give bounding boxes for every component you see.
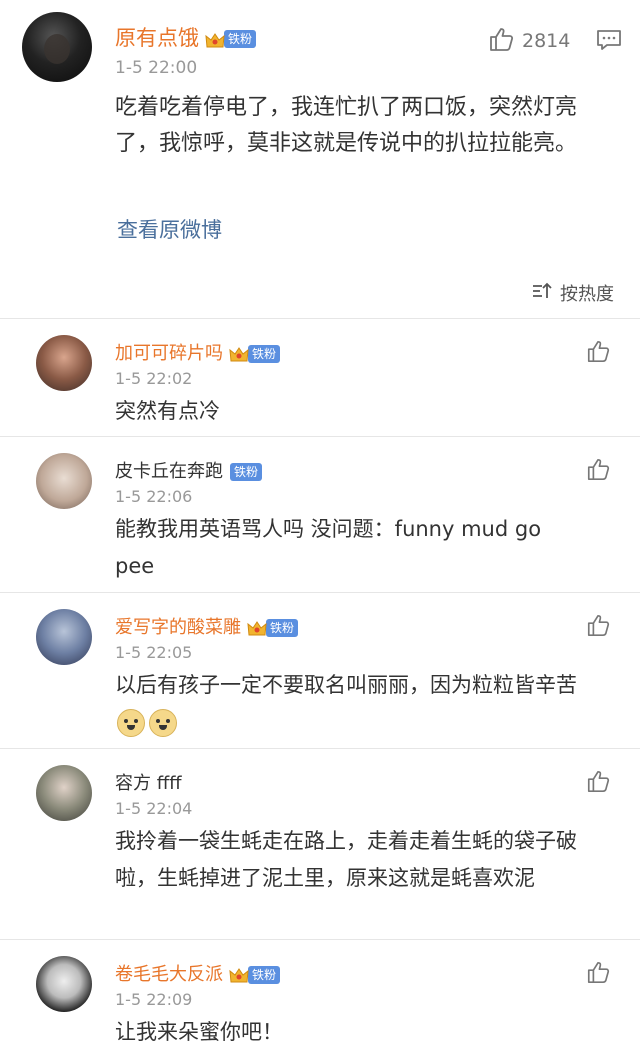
sort-label: 按热度	[560, 284, 614, 305]
comment-author[interactable]: 卷毛毛大反派 铁粉	[115, 960, 281, 986]
main-post: 原有点饿 铁粉 1-5 22:00 吃着吃着停电了，我连忙扒了两口饭，突然灯亮了，…	[0, 0, 640, 264]
list-item: 容方 ffff 1-5 22:04 我拎着一袋生蚝走在路上，走着走着生蚝的袋子破…	[0, 748, 640, 939]
sort-by-hot-button[interactable]: 按热度	[532, 280, 614, 306]
comment-text: 能教我用英语骂人吗 没问题：funny mud go pee	[115, 517, 542, 578]
comment-author[interactable]: 加可可碎片吗 铁粉	[115, 339, 281, 365]
post-author[interactable]: 原有点饿 铁粉	[115, 22, 257, 52]
comment-time: 1-5 22:05	[115, 643, 193, 662]
list-item: 卷毛毛大反派 铁粉 1-5 22:09 让我来朵蜜你吧！	[0, 939, 640, 1062]
doge-emoji-icon	[117, 709, 145, 737]
fan-badge: 铁粉	[205, 30, 257, 48]
post-time: 1-5 22:00	[115, 58, 198, 78]
thumbs-up-icon	[488, 26, 514, 56]
like-button[interactable]: 2814	[488, 26, 570, 56]
crown-icon	[205, 31, 225, 48]
avatar[interactable]	[36, 453, 92, 509]
view-original-link[interactable]: 查看原微博	[117, 214, 222, 244]
comment-icon	[596, 30, 622, 56]
fan-badge-label: 铁粉	[224, 30, 257, 48]
comment-text: 我拎着一袋生蚝走在路上，走着走着生蚝的袋子破啦，生蚝掉进了泥土里，原来这就是蚝喜…	[115, 829, 577, 890]
fan-badge-label: 铁粉	[230, 463, 263, 481]
comment-text: 以后有孩子一定不要取名叫丽丽，因为粒粒皆辛苦	[115, 667, 595, 741]
sort-bar: 按热度	[0, 264, 640, 318]
post-text: 吃着吃着停电了，我连忙扒了两口饭，突然灯亮了，我惊呼，莫非这就是传说中的扒拉拉能…	[115, 95, 578, 156]
comment-author-name[interactable]: 容方 ffff	[115, 769, 182, 795]
avatar[interactable]	[36, 609, 92, 665]
crown-icon	[229, 346, 249, 362]
avatar[interactable]	[22, 12, 92, 82]
doge-emoji-icon	[149, 709, 177, 737]
crown-icon	[229, 967, 249, 983]
comment-author-name[interactable]: 卷毛毛大反派	[115, 964, 223, 985]
comment-time: 1-5 22:04	[115, 799, 193, 818]
comment-author[interactable]: 爱写字的酸菜雕 铁粉	[115, 613, 299, 639]
comment-text-body: 以后有孩子一定不要取名叫丽丽，因为粒粒皆辛苦	[115, 673, 577, 697]
comment-text: 突然有点冷	[115, 399, 220, 423]
like-count: 2814	[522, 30, 571, 52]
thumbs-up-icon	[586, 340, 610, 367]
avatar[interactable]	[36, 335, 92, 391]
crown-icon	[247, 620, 267, 636]
avatar[interactable]	[36, 956, 92, 1012]
comment-time: 1-5 22:02	[115, 369, 193, 388]
thumbs-up-icon	[586, 770, 610, 797]
comment-like-button[interactable]	[586, 613, 610, 641]
thumbs-up-icon	[586, 614, 610, 641]
thumbs-up-icon	[586, 458, 610, 485]
comment-author[interactable]: 皮卡丘在奔跑 铁粉	[115, 457, 263, 483]
comment-like-button[interactable]	[586, 457, 610, 485]
fan-badge-label: 铁粉	[266, 619, 299, 637]
comment-like-button[interactable]	[586, 769, 610, 797]
fan-badge: 铁粉	[247, 619, 299, 637]
comment-text: 让我来朵蜜你吧！	[115, 1020, 283, 1044]
list-item: 皮卡丘在奔跑 铁粉 1-5 22:06 能教我用英语骂人吗 没问题：funny m…	[0, 436, 640, 592]
comment-time: 1-5 22:09	[115, 990, 193, 1009]
comment-like-button[interactable]	[586, 960, 610, 988]
comment-author-name[interactable]: 爱写字的酸菜雕	[115, 617, 241, 638]
comment-list: 加可可碎片吗 铁粉 1-5 22:02 突然有点冷 皮卡丘在奔跑 铁粉 1-5 22…	[0, 318, 640, 1062]
comment-author-name[interactable]: 加可可碎片吗	[115, 343, 223, 364]
sort-icon	[532, 282, 560, 305]
comment-time: 1-5 22:06	[115, 487, 193, 506]
comment-like-button[interactable]	[586, 339, 610, 367]
list-item: 加可可碎片吗 铁粉 1-5 22:02 突然有点冷	[0, 318, 640, 436]
fan-badge-label: 铁粉	[248, 345, 281, 363]
avatar[interactable]	[36, 765, 92, 821]
list-item: 爱写字的酸菜雕 铁粉 1-5 22:05 以后有孩子一定不要取名叫丽丽，因为粒粒皆…	[0, 592, 640, 748]
comment-button[interactable]	[596, 28, 622, 56]
post-author-name[interactable]: 原有点饿	[115, 26, 199, 50]
fan-badge-label: 铁粉	[248, 966, 281, 984]
thumbs-up-icon	[586, 961, 610, 988]
comment-author-name[interactable]: 皮卡丘在奔跑	[115, 461, 223, 482]
fan-badge: 铁粉	[229, 966, 281, 984]
fan-badge: 铁粉	[229, 463, 263, 481]
fan-badge: 铁粉	[229, 345, 281, 363]
